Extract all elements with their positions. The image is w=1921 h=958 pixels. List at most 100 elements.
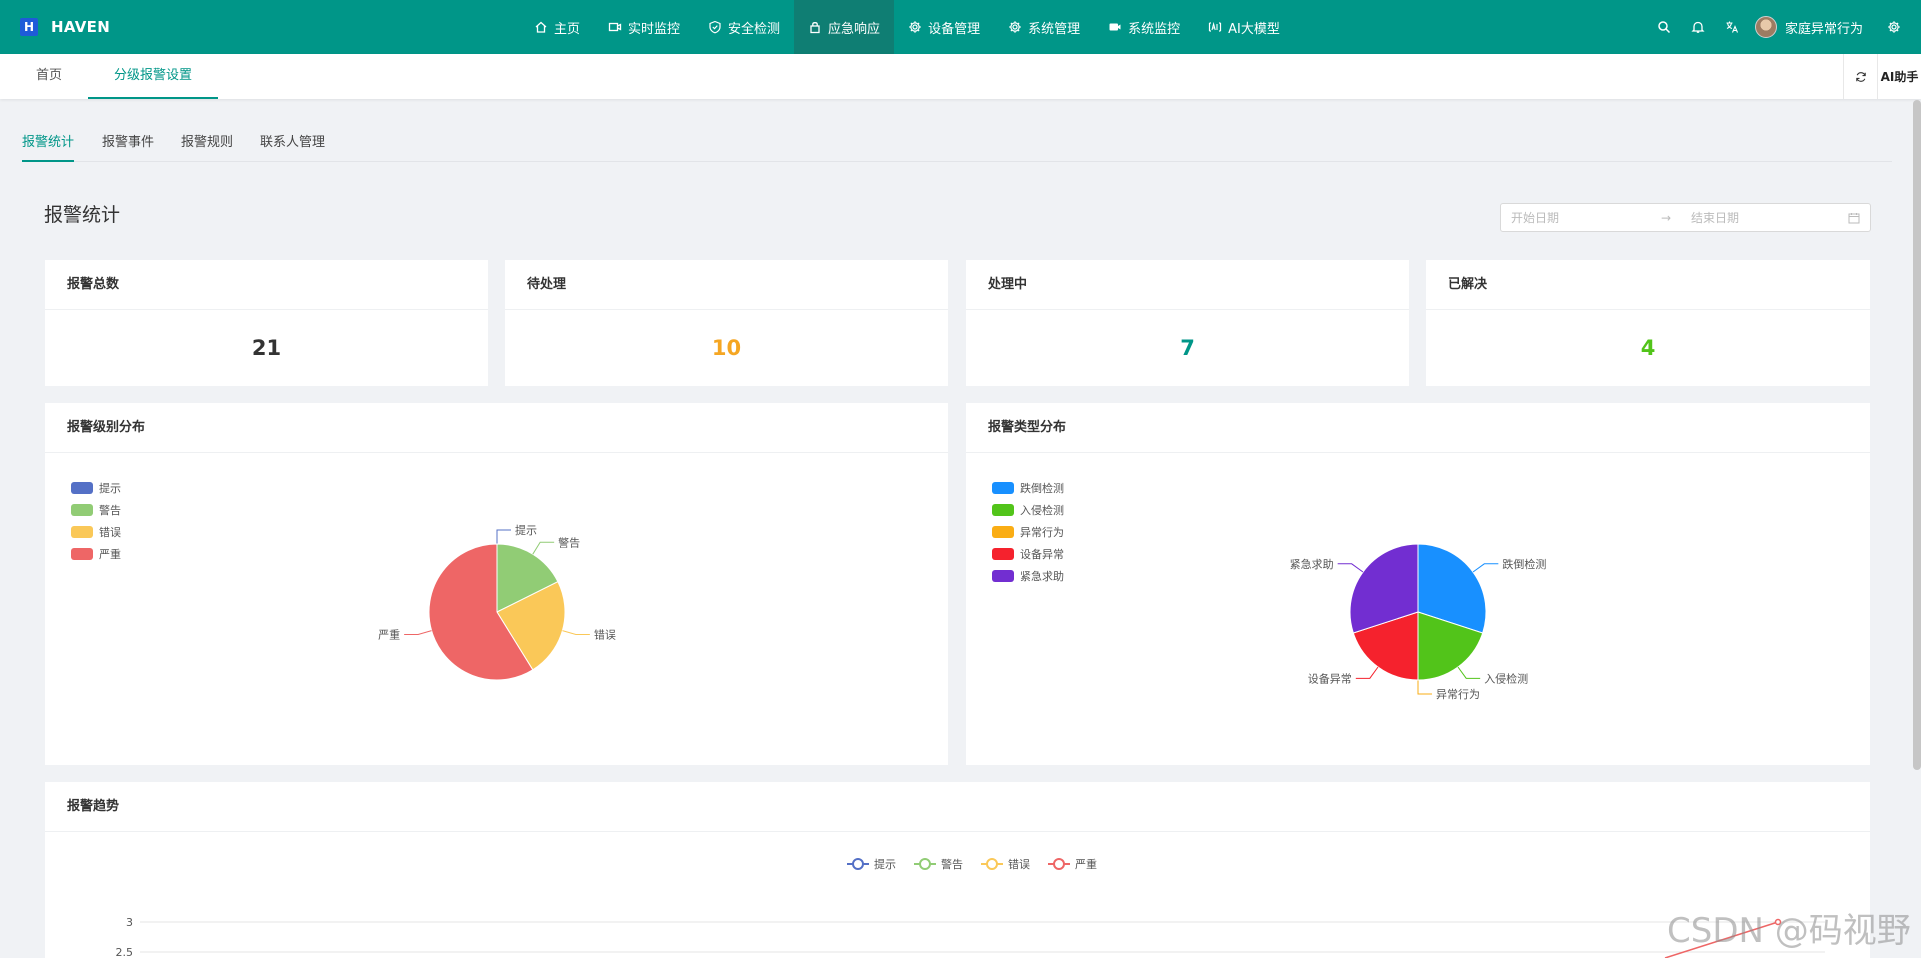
nav-item-system-monitor[interactable]: 系统监控 — [1094, 0, 1194, 54]
range-separator: → — [1661, 210, 1672, 225]
slice-label: 提示 — [515, 524, 537, 537]
date-range-picker[interactable]: 开始日期 → 结束日期 — [1500, 203, 1871, 232]
nav-item-label: 安全检测 — [728, 21, 781, 37]
label-line — [562, 630, 590, 635]
stat-value: 7 — [1180, 336, 1195, 360]
level-pie-chart: 提示警告错误 严重 — [378, 524, 616, 681]
nav-item-security-check[interactable]: 安全检测 — [694, 0, 794, 54]
chart-title: 报警级别分布 — [45, 403, 948, 453]
legend-label: 严重 — [1075, 857, 1097, 871]
top-nav: H HAVEN 主页 实时监控 安全检测 应急响应 设备管理 系统管理 系统监控… — [0, 0, 1921, 54]
stat-value: 4 — [1640, 336, 1656, 360]
stat-card-resolved: 已解决 4 — [1426, 260, 1870, 386]
legend-marker — [1053, 858, 1065, 870]
level-distribution-card: 报警级别分布 提示警告错误 严重 提示警告错误 严重 — [45, 403, 948, 765]
gear-icon — [909, 21, 921, 33]
legend-marker — [919, 858, 931, 870]
sub-tab-alarm-rules[interactable]: 报警规则 — [181, 131, 233, 162]
translate-icon[interactable] — [1715, 20, 1749, 34]
slice-label: 异常行为 — [1436, 688, 1480, 701]
sub-tab-alarm-events[interactable]: 报警事件 — [102, 131, 154, 162]
legend-label: 警告 — [941, 857, 963, 871]
stat-card-total: 报警总数 21 — [45, 260, 488, 386]
nav-item-label: 设备管理 — [928, 21, 981, 37]
page-tab-bar: 首页 分级报警设置 AI助手 — [0, 54, 1921, 99]
camera-icon — [1109, 23, 1121, 31]
stat-title: 待处理 — [505, 260, 948, 310]
stat-card-pending: 待处理 10 — [505, 260, 948, 386]
label-line — [532, 541, 555, 555]
nav-item-realtime-monitor[interactable]: 实时监控 — [594, 0, 694, 54]
nav-item-label: 实时监控 — [628, 21, 681, 37]
page-tab-alarm-level-settings[interactable]: 分级报警设置 — [88, 54, 218, 99]
user-name[interactable]: 家庭异常行为 — [1785, 18, 1863, 37]
slice-label: 跌倒检测 — [1502, 557, 1546, 571]
main-menu: 主页 实时监控 安全检测 应急响应 设备管理 系统管理 系统监控 AI大模型 — [520, 0, 1294, 54]
label-line — [1355, 666, 1379, 679]
legend-item[interactable]: 严重 — [1048, 857, 1097, 871]
calendar-icon[interactable] — [1848, 212, 1860, 224]
legend-label: 提示 — [874, 858, 896, 871]
type-distribution-card: 报警类型分布 跌倒检测入侵检测 异常行为 设备异常 紧急求助 跌倒检测入侵检测 异常行为… — [966, 403, 1870, 765]
legend-marker — [986, 858, 998, 870]
nav-right-tools: 家庭异常行为 — [1647, 0, 1911, 54]
type-pie-chart: 跌倒检测入侵检测异常行为 设备异常 紧急求助 — [1290, 543, 1546, 701]
label-line — [404, 630, 432, 635]
legend-item[interactable]: 警告 — [914, 857, 963, 871]
settings-gear-icon[interactable] — [1877, 20, 1911, 34]
stat-title: 已解决 — [1426, 260, 1870, 310]
slice-label: 紧急求助 — [1290, 557, 1334, 571]
nav-item-home[interactable]: 主页 — [520, 0, 594, 54]
avatar[interactable] — [1754, 16, 1777, 38]
nav-item-ai-model[interactable]: AI大模型 — [1194, 0, 1294, 54]
ai-icon — [1209, 21, 1222, 32]
page-title: 报警统计 — [44, 204, 121, 226]
bell-icon[interactable] — [1681, 20, 1715, 34]
stat-value: 10 — [711, 336, 742, 360]
slice-label: 入侵检测 — [1484, 671, 1528, 685]
slice-label: 设备异常 — [1308, 671, 1352, 685]
chart-title: 报警类型分布 — [966, 403, 1870, 453]
search-icon[interactable] — [1647, 20, 1681, 34]
sub-tab-alarm-stats[interactable]: 报警统计 — [22, 131, 75, 162]
brand[interactable]: H HAVEN — [20, 18, 500, 36]
nav-item-emergency-response[interactable]: 应急响应 — [794, 0, 895, 54]
end-date-input[interactable]: 结束日期 — [1691, 209, 1841, 226]
legend-item[interactable]: 错误 — [981, 857, 1030, 871]
label-line — [1472, 563, 1499, 573]
refresh-icon[interactable] — [1843, 54, 1877, 99]
app-logo: H — [20, 18, 38, 36]
label-line — [1457, 666, 1481, 679]
label-line — [1337, 563, 1364, 573]
shield-icon — [709, 20, 721, 34]
y-tick-label: 3 — [126, 916, 133, 929]
page-tab-home[interactable]: 首页 — [22, 54, 76, 99]
slice-label: 严重 — [378, 627, 400, 641]
ai-helper-button[interactable]: AI助手 — [1877, 54, 1921, 99]
nav-item-system-management[interactable]: 系统管理 — [994, 0, 1094, 54]
label-line — [496, 529, 511, 544]
nav-item-label: 主页 — [554, 21, 581, 37]
stat-card-processing: 处理中 7 — [966, 260, 1409, 386]
trend-line-chart: 提示 警告 错误 严重 3 2.5 — [116, 857, 1825, 958]
nav-item-label: 系统监控 — [1128, 21, 1181, 37]
sub-tab-contacts[interactable]: 联系人管理 — [260, 131, 325, 162]
stat-value: 21 — [251, 336, 282, 360]
scrollbar[interactable] — [1913, 100, 1921, 770]
nav-item-label: AI大模型 — [1228, 21, 1280, 37]
video-icon — [608, 22, 622, 32]
nav-item-label: 应急响应 — [828, 21, 881, 37]
nav-item-device-management[interactable]: 设备管理 — [894, 0, 994, 54]
app-name: HAVEN — [51, 18, 111, 36]
legend-item[interactable]: 提示 — [847, 858, 896, 871]
watermark: CSDN @码视野 — [1667, 911, 1911, 951]
slice-label: 警告 — [558, 535, 580, 549]
sub-tab-bar: 报警统计 报警事件 报警规则 联系人管理 — [22, 118, 1892, 162]
y-tick-label: 2.5 — [116, 946, 134, 958]
slice-label: 错误 — [594, 627, 616, 641]
nav-item-label: 系统管理 — [1028, 21, 1081, 37]
start-date-input[interactable]: 开始日期 — [1511, 209, 1661, 226]
stat-title: 处理中 — [966, 260, 1409, 310]
gear-icon — [1009, 21, 1021, 33]
lock-icon — [810, 22, 820, 34]
